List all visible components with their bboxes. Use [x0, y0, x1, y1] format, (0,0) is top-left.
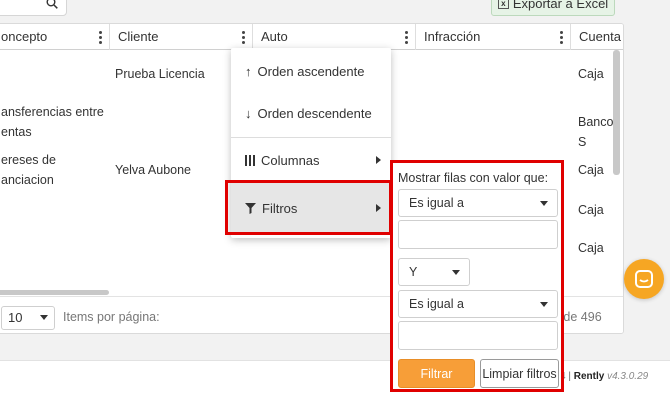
column-header-infraccion[interactable]: Infracción	[416, 24, 571, 50]
table-cell-cuenta: Caja	[578, 67, 604, 81]
table-cell-concepto: ansferencias entre entas	[1, 105, 104, 139]
filters-highlight-box	[225, 180, 392, 235]
chevron-right-icon	[376, 156, 381, 164]
filter-condition-1-value: Es igual a	[409, 196, 464, 210]
columns-icon	[245, 154, 255, 166]
table-cell-concepto: ereses de anciacion	[1, 153, 56, 187]
column-header-label: Auto	[261, 29, 288, 44]
menu-item-label: Orden descendente	[257, 105, 372, 121]
filter-value-2-input[interactable]	[398, 321, 558, 350]
column-header-cliente[interactable]: Cliente	[110, 24, 253, 50]
filter-condition-2-select[interactable]: Es igual a	[398, 290, 558, 318]
menu-item-sort-desc[interactable]: ↓ Orden descendente	[231, 92, 391, 134]
column-menu-icon[interactable]	[405, 31, 409, 44]
column-menu-icon[interactable]	[560, 31, 564, 44]
column-header-cuenta[interactable]: Cuenta	[571, 24, 623, 50]
column-header-label: Cuenta	[579, 29, 621, 44]
column-header-label: Cliente	[118, 29, 159, 44]
menu-item-label: Columnas	[261, 152, 320, 168]
menu-divider	[231, 137, 391, 138]
column-header-label: Infracción	[424, 29, 481, 44]
items-per-page-select[interactable]: 10	[1, 306, 55, 330]
table-cell-cliente: Prueba Licencia	[115, 67, 205, 81]
chevron-down-icon	[540, 201, 548, 206]
filter-condition-1-select[interactable]: Es igual a	[398, 189, 558, 217]
table-header: oncepto Cliente Auto Infracción Cuenta	[0, 24, 623, 50]
vertical-scrollbar[interactable]	[613, 50, 620, 175]
column-header-auto[interactable]: Auto	[253, 24, 416, 50]
page: x Exportar a Excel oncepto Cliente Auto …	[0, 0, 670, 397]
clear-filters-button[interactable]: Limpiar filtros	[480, 359, 559, 388]
table-cell-cliente: Yelva Aubone	[115, 163, 192, 177]
filter-operator-select[interactable]: Y	[398, 258, 470, 286]
filter-condition-2-value: Es igual a	[409, 297, 464, 311]
export-excel-button[interactable]: x Exportar a Excel	[491, 0, 615, 16]
column-header-label: oncepto	[1, 29, 48, 44]
version-info: 4 | Rently v4.3.0.29	[560, 371, 648, 382]
app-footer: 4 | Rently v4.3.0.29	[0, 360, 670, 397]
menu-item-columns[interactable]: Columnas	[231, 139, 391, 181]
table-cell-cuenta: Caja	[578, 241, 604, 255]
filter-panel: Mostrar filas con valor que: Es igual a …	[390, 160, 564, 392]
arrow-down-icon: ↓	[245, 105, 252, 121]
menu-item-sort-asc[interactable]: ↑ Orden ascendente	[231, 50, 391, 92]
brand-name: Rently	[573, 371, 605, 382]
table-cell-cuenta: Caja	[578, 163, 604, 177]
export-excel-label: Exportar a Excel	[512, 0, 609, 11]
table-cell-cuenta: Caja	[578, 203, 604, 217]
apply-filter-button[interactable]: Filtrar	[398, 359, 475, 388]
search-input[interactable]	[0, 0, 67, 16]
column-menu-icon[interactable]	[99, 31, 103, 44]
search-icon	[46, 0, 58, 9]
column-header-concepto[interactable]: oncepto	[0, 24, 110, 50]
chat-icon	[635, 270, 653, 288]
chevron-down-icon	[40, 315, 48, 320]
horizontal-scrollbar[interactable]	[0, 290, 109, 295]
chevron-down-icon	[452, 270, 460, 275]
items-per-page-value: 10	[8, 310, 23, 325]
filter-operator-value: Y	[409, 265, 418, 279]
chat-launcher-button[interactable]	[624, 259, 664, 299]
filter-panel-title: Mostrar filas con valor que:	[398, 171, 549, 185]
menu-item-label: Orden ascendente	[257, 63, 365, 79]
items-per-page-label: Items por página:	[63, 310, 160, 324]
version-number: v4.3.0.29	[607, 371, 649, 382]
arrow-up-icon: ↑	[245, 63, 252, 79]
chevron-down-icon	[540, 302, 548, 307]
filter-value-1-input[interactable]	[398, 220, 558, 249]
column-menu-icon[interactable]	[242, 31, 246, 44]
excel-icon: x	[497, 0, 509, 9]
